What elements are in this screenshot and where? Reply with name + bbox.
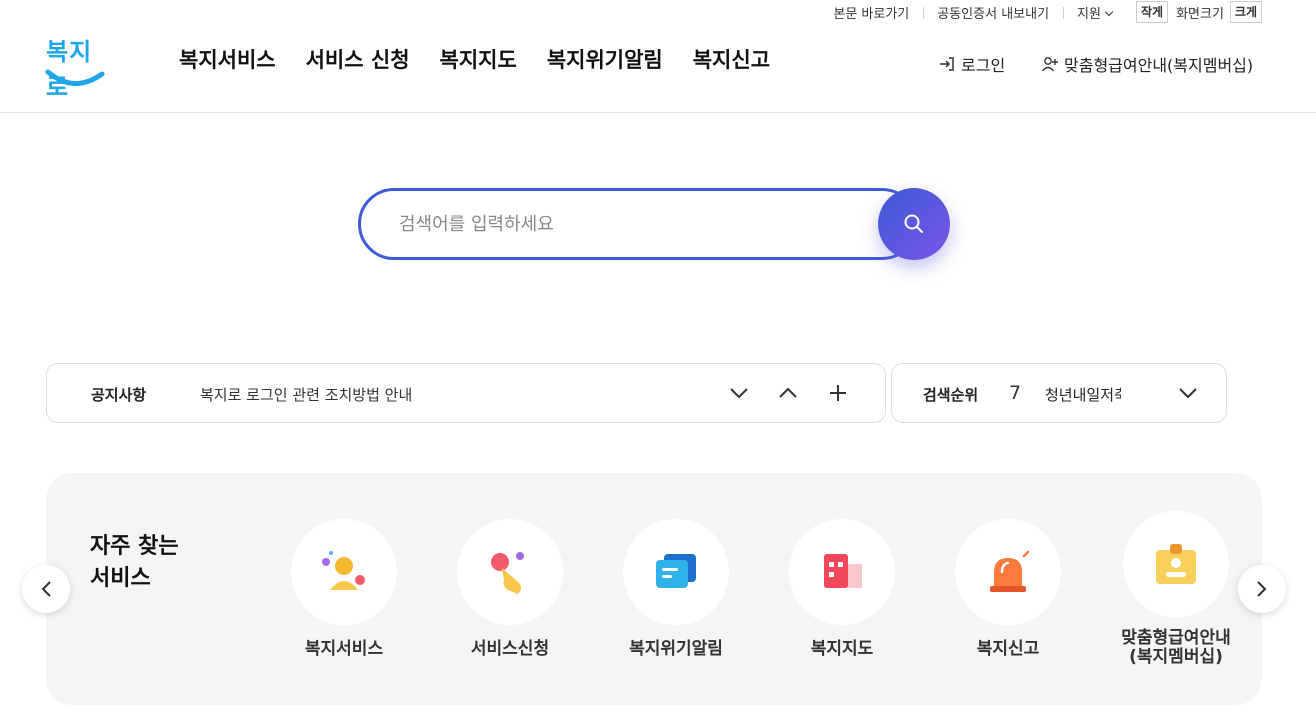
certificate-export-link[interactable]: 공동인증서 내보내기 (923, 3, 1063, 22)
siren-icon (990, 550, 1030, 592)
chevron-right-icon (1257, 581, 1267, 597)
service-welfare-report[interactable]: 복지신고 (948, 519, 1068, 659)
service-welfare-map[interactable]: 복지지도 (782, 519, 902, 659)
id-badge-icon (1156, 544, 1196, 584)
plus-icon (830, 385, 846, 401)
ranking-expand-button[interactable] (1175, 380, 1201, 406)
service-label: 서비스신청 (470, 639, 550, 659)
notice-text[interactable]: 복지로 로그인 관련 조치방법 안내 (200, 384, 412, 405)
service-icon-circle (623, 519, 729, 625)
chevron-down-icon (1104, 7, 1114, 16)
service-icon-circle (955, 519, 1061, 625)
search-box (358, 188, 950, 260)
user-plus-icon (1041, 57, 1058, 72)
title-line1: 자주 찾는 (90, 534, 179, 559)
chevron-up-icon (779, 387, 797, 398)
service-icon-circle (457, 519, 563, 625)
service-icon-circle (291, 519, 397, 625)
font-size-label: 화면크기 (1176, 6, 1224, 22)
service-icon-circle (789, 519, 895, 625)
font-small-button[interactable]: 작게 (1135, 1, 1169, 23)
building-map-icon (824, 554, 862, 588)
font-large-button[interactable]: 크게 (1229, 1, 1262, 23)
service-label: 복지서비스 (304, 639, 384, 659)
membership-button[interactable]: 맞춤형급여안내(복지멤버십) (1041, 52, 1253, 76)
support-label: 지원 (1077, 6, 1101, 22)
utility-bar: 본문 바로가기 공동인증서 내보내기 지원 작게 화면크기 크게 (819, 0, 1262, 24)
header: 복지로 복지서비스 서비스 신청 복지지도 복지위기알림 복지신고 로그인 맞춤… (0, 24, 1316, 113)
service-icon-circle (1123, 511, 1229, 617)
login-icon (940, 57, 954, 71)
service-label: 복지위기알림 (629, 639, 723, 659)
service-welfare[interactable]: 복지서비스 (284, 519, 404, 659)
service-label: 맞춤형급여안내 (복지멤버십) (1116, 629, 1236, 667)
search-input[interactable] (358, 188, 918, 260)
search-ranking: 검색순위 7 청년내일저축 (891, 363, 1227, 423)
chevron-left-icon (41, 581, 51, 597)
frequent-services: 자주 찾는 서비스 복지서비스 서비스신청 복지위기알림 복지지도 복지신고 맞… (46, 473, 1262, 705)
login-button[interactable]: 로그인 (938, 52, 1005, 76)
ranking-number: 7 (1009, 382, 1022, 404)
carousel-prev-button[interactable] (22, 565, 70, 613)
service-label: 복지신고 (976, 639, 1040, 659)
service-label: 복지지도 (810, 639, 874, 659)
logo[interactable]: 복지로 (44, 32, 108, 101)
nav-crisis-alert[interactable]: 복지위기알림 (547, 44, 663, 74)
chevron-down-icon (730, 388, 748, 399)
login-label: 로그인 (961, 56, 1006, 75)
service-label-line1: 맞춤형급여안내 (복지멤버십) (1121, 628, 1231, 667)
hand-pointer-icon (491, 552, 524, 594)
frequent-services-title: 자주 찾는 서비스 (90, 531, 179, 595)
title-line2: 서비스 (90, 566, 151, 591)
service-apply[interactable]: 서비스신청 (450, 519, 570, 659)
skip-to-content-link[interactable]: 본문 바로가기 (819, 3, 923, 22)
notice-more-button[interactable] (825, 380, 851, 406)
service-membership[interactable]: 맞춤형급여안내 (복지멤버십) (1116, 511, 1236, 667)
search-button[interactable] (878, 188, 950, 260)
ranking-title: 검색순위 (923, 386, 979, 404)
search-icon (904, 214, 923, 233)
carousel-next-button[interactable] (1238, 565, 1286, 613)
notice-bar: 공지사항 복지로 로그인 관련 조치방법 안내 (46, 363, 886, 423)
chat-bubble-icon (656, 554, 696, 588)
nav-service-apply[interactable]: 서비스 신청 (306, 44, 410, 74)
ranking-keyword[interactable]: 청년내일저축 (1045, 384, 1121, 405)
notice-next-button[interactable] (726, 380, 752, 406)
logo-smile-icon (45, 69, 105, 86)
support-dropdown[interactable]: 지원 (1063, 3, 1126, 22)
main-nav: 복지서비스 서비스 신청 복지지도 복지위기알림 복지신고 (179, 44, 800, 74)
membership-label: 맞춤형급여안내(복지멤버십) (1064, 56, 1254, 75)
notice-title: 공지사항 (91, 386, 147, 404)
nav-welfare-report[interactable]: 복지신고 (693, 44, 770, 74)
nav-welfare-service[interactable]: 복지서비스 (179, 44, 276, 74)
notice-prev-button[interactable] (775, 380, 801, 406)
service-crisis-alert[interactable]: 복지위기알림 (616, 519, 736, 659)
chevron-down-icon (1179, 388, 1197, 399)
nav-welfare-map[interactable]: 복지지도 (440, 44, 517, 74)
person-icon (322, 551, 365, 590)
